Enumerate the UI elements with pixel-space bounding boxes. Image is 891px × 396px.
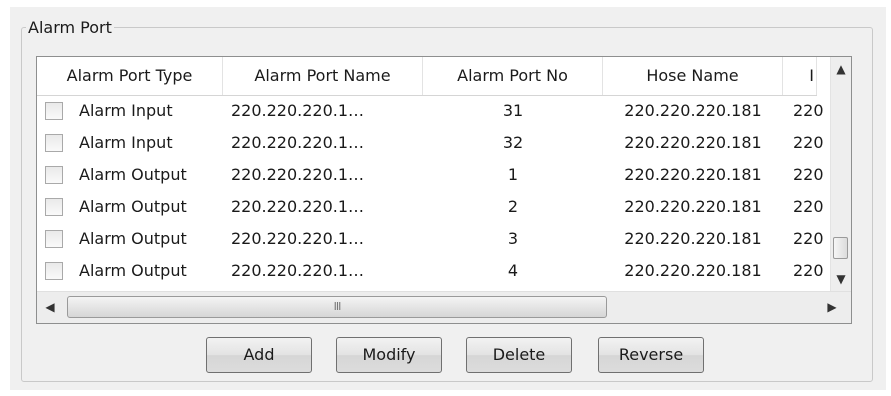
table-row[interactable]: Alarm Output 220.220.220.1… 4 220.220.22… xyxy=(37,255,823,287)
scroll-grip-icon: III xyxy=(333,300,342,313)
row-checkbox[interactable] xyxy=(45,198,63,216)
horizontal-scrollbar[interactable]: ◀ III ▶ xyxy=(37,291,851,323)
ip-cell: 220.2 xyxy=(793,133,823,152)
reverse-button[interactable]: Reverse xyxy=(598,337,704,373)
ip-cell: 220.2 xyxy=(793,197,823,216)
horizontal-scroll-thumb[interactable]: III xyxy=(67,296,607,318)
modify-button[interactable]: Modify xyxy=(336,337,442,373)
add-button[interactable]: Add xyxy=(206,337,312,373)
row-checkbox[interactable] xyxy=(45,230,63,248)
alarm-port-no-cell: 31 xyxy=(502,101,524,120)
row-checkbox[interactable] xyxy=(45,102,63,120)
row-checkbox[interactable] xyxy=(45,166,63,184)
vertical-scrollbar[interactable]: ▲ ▼ xyxy=(830,57,851,291)
row-checkbox[interactable] xyxy=(45,262,63,280)
hose-name-cell: 220.220.220.181 xyxy=(624,261,762,280)
alarm-port-type-cell: Alarm Output xyxy=(79,261,187,280)
alarm-port-name-cell: 220.220.220.1… xyxy=(231,165,365,184)
delete-button[interactable]: Delete xyxy=(466,337,572,373)
hose-name-cell: 220.220.220.181 xyxy=(624,165,762,184)
row-checkbox[interactable] xyxy=(45,134,63,152)
scroll-down-icon[interactable]: ▼ xyxy=(831,269,851,289)
table-header: Alarm Port Type Alarm Port Name Alarm Po… xyxy=(37,57,817,96)
alarm-port-name-cell: 220.220.220.1… xyxy=(231,261,365,280)
hose-name-cell: 220.220.220.181 xyxy=(624,133,762,152)
scroll-left-icon[interactable]: ◀ xyxy=(41,298,59,316)
table-row[interactable]: Alarm Output 220.220.220.1… 3 220.220.22… xyxy=(37,223,823,255)
alarm-port-name-cell: 220.220.220.1… xyxy=(231,229,365,248)
scroll-up-icon[interactable]: ▲ xyxy=(831,59,851,79)
groupbox-title: Alarm Port xyxy=(26,18,114,38)
alarm-port-no-cell: 2 xyxy=(507,197,519,216)
ip-cell: 220.2 xyxy=(793,165,823,184)
ip-cell: 220.2 xyxy=(793,101,823,120)
alarm-port-no-cell: 1 xyxy=(507,165,519,184)
alarm-port-type-cell: Alarm Output xyxy=(79,165,187,184)
ip-cell: 220.2 xyxy=(793,261,823,280)
alarm-port-no-cell: 32 xyxy=(502,133,524,152)
ip-cell: 220.2 xyxy=(793,229,823,248)
alarm-port-type-cell: Alarm Output xyxy=(79,197,187,216)
alarm-port-table[interactable]: Alarm Port Type Alarm Port Name Alarm Po… xyxy=(36,56,852,324)
column-header-alarm-port-name[interactable]: Alarm Port Name xyxy=(223,57,423,95)
column-header-alarm-port-no[interactable]: Alarm Port No xyxy=(423,57,603,95)
column-header-alarm-port-type[interactable]: Alarm Port Type xyxy=(37,57,223,95)
alarm-port-type-cell: Alarm Output xyxy=(79,229,187,248)
table-row[interactable]: Alarm Output 220.220.220.1… 2 220.220.22… xyxy=(37,191,823,223)
table-row[interactable]: Alarm Input 220.220.220.1… 31 220.220.22… xyxy=(37,95,823,127)
hose-name-cell: 220.220.220.181 xyxy=(624,197,762,216)
alarm-port-no-cell: 3 xyxy=(507,229,519,248)
alarm-port-type-cell: Alarm Input xyxy=(79,133,173,152)
hose-name-cell: 220.220.220.181 xyxy=(624,101,762,120)
column-header-hose-name[interactable]: Hose Name xyxy=(603,57,783,95)
alarm-port-no-cell: 4 xyxy=(507,261,519,280)
hose-name-cell: 220.220.220.181 xyxy=(624,229,762,248)
alarm-port-name-cell: 220.220.220.1… xyxy=(231,197,365,216)
scroll-right-icon[interactable]: ▶ xyxy=(823,298,841,316)
column-header-ip[interactable]: I xyxy=(783,57,817,95)
table-row[interactable]: Alarm Output 220.220.220.1… 1 220.220.22… xyxy=(37,159,823,191)
vertical-scroll-thumb[interactable] xyxy=(833,237,848,259)
alarm-port-name-cell: 220.220.220.1… xyxy=(231,101,365,120)
table-row[interactable]: Alarm Input 220.220.220.1… 32 220.220.22… xyxy=(37,127,823,159)
alarm-port-type-cell: Alarm Input xyxy=(79,101,173,120)
alarm-port-name-cell: 220.220.220.1… xyxy=(231,133,365,152)
